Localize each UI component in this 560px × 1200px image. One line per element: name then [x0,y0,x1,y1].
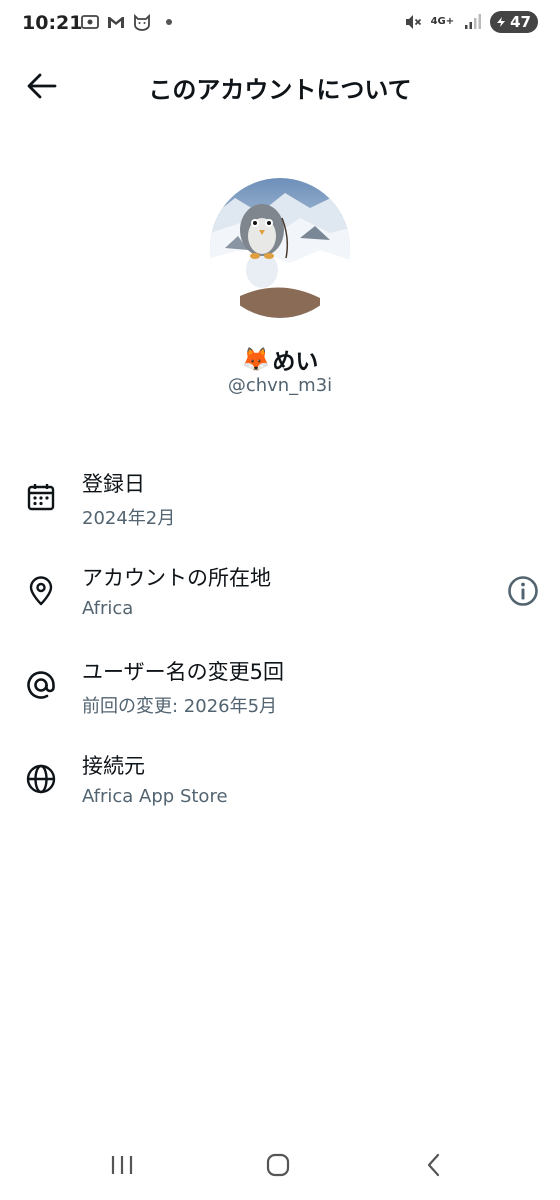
battery-level: 47 [510,13,531,31]
recent-apps-button[interactable] [102,1148,142,1182]
at-sign-icon [24,668,58,702]
info-title: ユーザー名の変更5回 [82,660,284,684]
info-title: 登録日 [82,472,145,496]
user-handle: @chvn_m3i [227,375,333,396]
recent-apps-icon [111,1156,133,1174]
page-title: このアカウントについて [148,76,412,104]
notification-dot-icon [166,19,172,25]
status-system-icons: 4G+ 47 [403,11,538,33]
info-row-location: アカウントの所在地 Africa [0,560,560,640]
status-time: 10:21 [22,12,83,34]
gmail-icon [106,12,126,32]
info-subtitle: Africa App Store [82,786,228,807]
cat-app-icon [132,12,152,32]
calendar-icon [24,480,58,514]
screen-record-icon [80,12,100,32]
signal-icon [462,12,482,32]
info-subtitle: 2024年2月 [82,508,176,529]
display-name: 🦊 めい [0,342,560,376]
info-row-joined: 登録日 2024年2月 [0,466,560,546]
info-subtitle: Africa [82,598,134,619]
location-info-button[interactable] [506,574,540,608]
info-row-username-changes: ユーザー名の変更5回 前回の変更: 2026年5月 [0,654,560,734]
info-title: 接続元 [82,754,145,778]
back-icon [427,1153,440,1177]
location-pin-icon [24,574,58,608]
status-bar: 10:21 4G+ 47 [0,0,560,48]
home-icon [266,1153,290,1177]
info-row-connected-via: 接続元 Africa App Store [0,748,560,828]
avatar[interactable] [210,178,350,318]
info-title: アカウントの所在地 [82,566,271,590]
info-icon [508,576,538,606]
globe-icon [24,762,58,796]
battery-icon: 47 [490,11,538,33]
mute-icon [403,12,423,32]
status-notification-icons [80,12,172,32]
info-subtitle: 前回の変更: 2026年5月 [82,696,278,717]
fox-emoji-icon: 🦊 [241,346,271,373]
home-button[interactable] [258,1148,298,1182]
header: このアカウントについて [0,56,560,116]
network-type: 4G+ [430,16,455,27]
display-name-text: めい [272,349,319,375]
system-nav-bar [0,1130,560,1200]
system-back-button[interactable] [414,1148,454,1182]
